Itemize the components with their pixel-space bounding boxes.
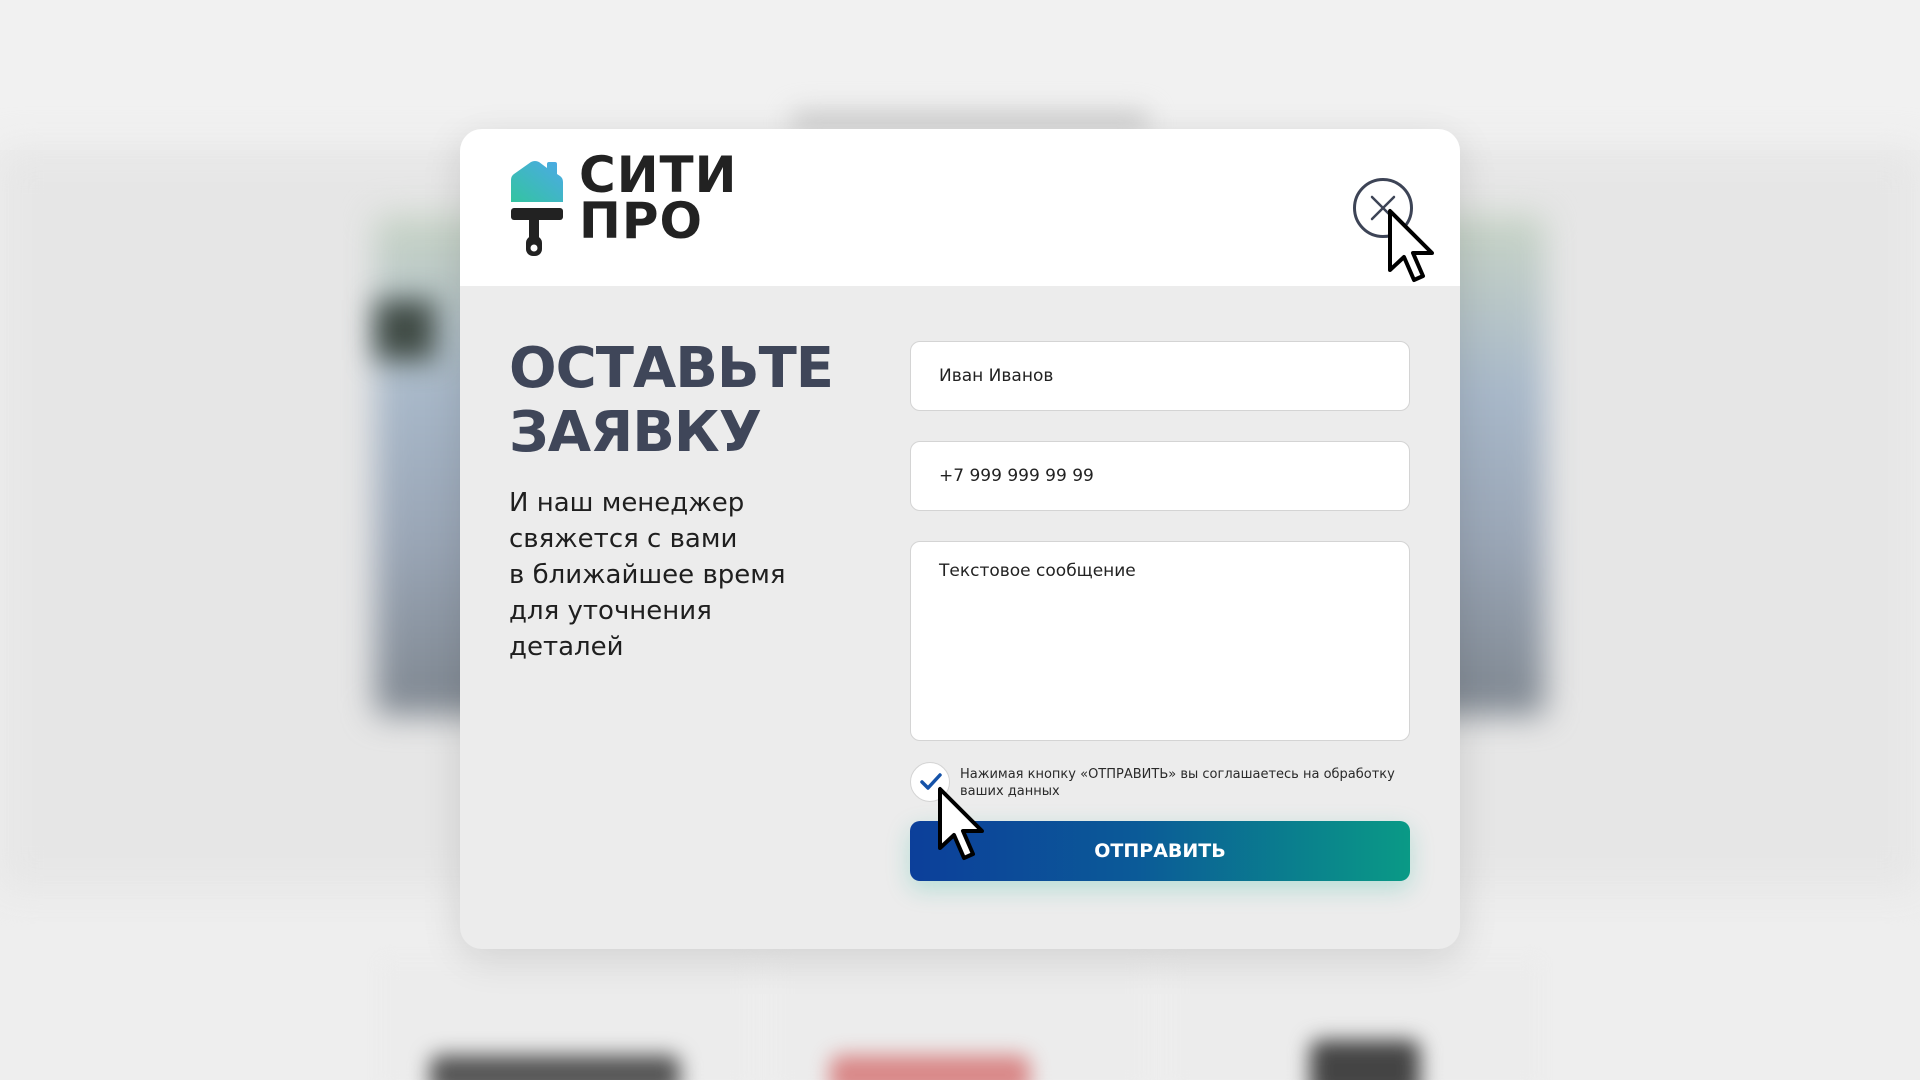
paint-roller-icon xyxy=(511,208,563,256)
subtitle-line: деталей xyxy=(509,632,624,662)
modal-title-line1: ОСТАВЬТЕ xyxy=(509,336,834,401)
subtitle-line: И наш менеджер xyxy=(509,488,745,518)
message-textarea[interactable] xyxy=(910,541,1410,741)
consent-row: Нажимая кнопку «ОТПРАВИТЬ» вы соглашаете… xyxy=(910,762,1410,802)
request-modal: СИТИ ПРО ОСТАВЬТЕ ЗАЯВКУ И наш менеджер … xyxy=(460,129,1460,949)
modal-header: СИТИ ПРО xyxy=(460,129,1460,286)
subtitle-line: для уточнения xyxy=(509,596,712,626)
subtitle-line: свяжется с вами xyxy=(509,524,738,554)
brand-logo[interactable]: СИТИ ПРО xyxy=(509,150,799,260)
close-x-icon xyxy=(1370,195,1396,221)
close-button[interactable] xyxy=(1353,178,1413,238)
submit-button[interactable]: ОТПРАВИТЬ xyxy=(910,821,1410,881)
subtitle-line: в ближайшее время xyxy=(509,560,786,590)
name-input[interactable] xyxy=(910,341,1410,411)
consent-checkbox[interactable] xyxy=(910,762,950,802)
modal-subtitle: И наш менеджер свяжется с вами в ближайш… xyxy=(509,485,839,665)
modal-title-line2: ЗАЯВКУ xyxy=(509,400,762,465)
phone-input[interactable] xyxy=(910,441,1410,511)
brand-name-line2: ПРО xyxy=(579,192,703,250)
checkmark-icon xyxy=(920,773,942,790)
consent-text: Нажимая кнопку «ОТПРАВИТЬ» вы соглашаете… xyxy=(960,767,1395,799)
modal-title: ОСТАВЬТЕ ЗАЯВКУ xyxy=(509,336,834,465)
house-logo-icon xyxy=(511,161,563,202)
brand-name: СИТИ ПРО xyxy=(579,150,738,250)
